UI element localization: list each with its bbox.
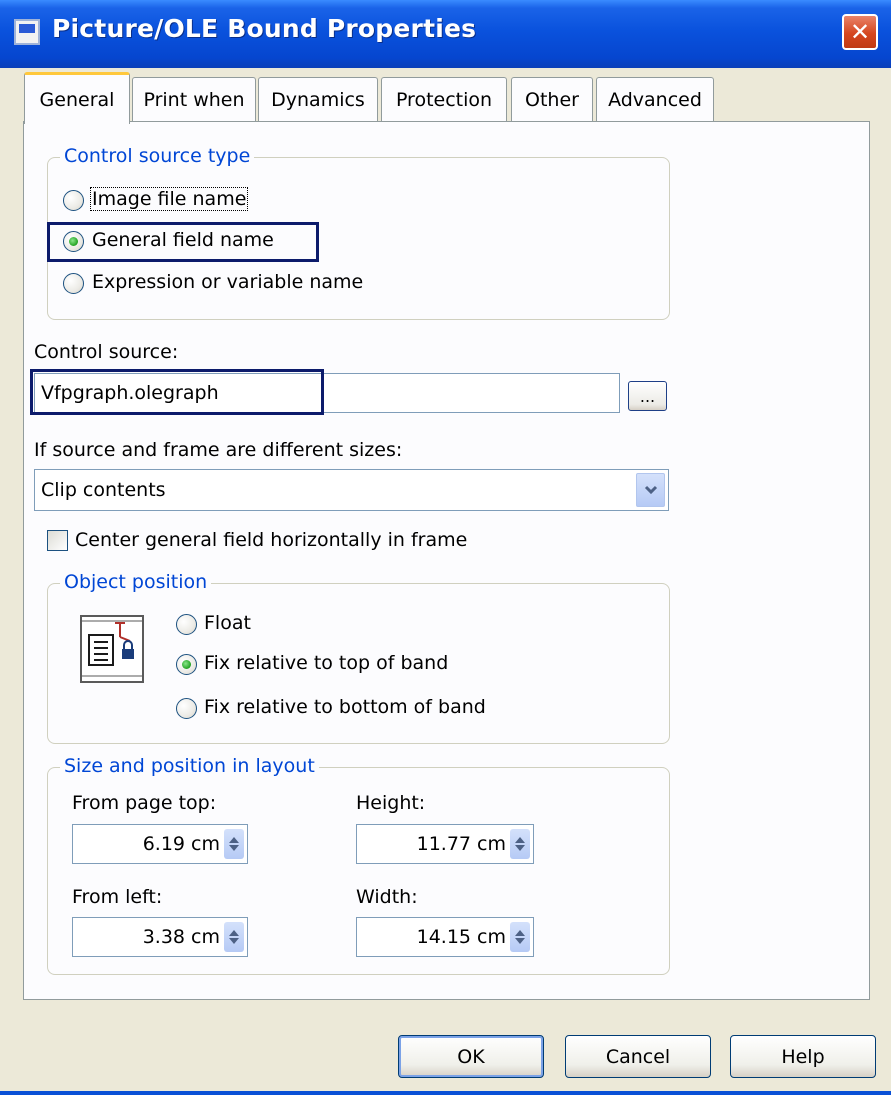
radio-image-file-name[interactable] xyxy=(63,190,84,211)
spin-up-icon[interactable] xyxy=(229,837,239,843)
spin-up-icon[interactable] xyxy=(515,837,525,843)
tab-dynamics[interactable]: Dynamics xyxy=(258,77,378,122)
center-horizontally-label[interactable]: Center general field horizontally in fra… xyxy=(75,529,467,551)
cancel-button[interactable]: Cancel xyxy=(565,1035,711,1078)
window-title: Picture/OLE Bound Properties xyxy=(52,14,477,43)
width-value: 14.15 cm xyxy=(416,926,506,948)
dropdown-arrow-button[interactable] xyxy=(636,473,665,507)
tab-protection[interactable]: Protection xyxy=(381,77,507,122)
height-spinner[interactable]: 11.77 cm xyxy=(356,824,534,864)
width-spin-buttons[interactable] xyxy=(510,922,530,952)
spin-up-icon[interactable] xyxy=(515,930,525,936)
radio-fix-bottom-of-band[interactable] xyxy=(176,698,197,719)
label-float[interactable]: Float xyxy=(204,612,251,634)
radio-fix-top-of-band[interactable] xyxy=(176,654,197,675)
height-value: 11.77 cm xyxy=(416,833,506,855)
report-band-lock-icon xyxy=(80,615,144,683)
from-page-top-spinner[interactable]: 6.19 cm xyxy=(72,824,248,864)
window-bottom-border xyxy=(0,1091,891,1095)
label-expression-or-variable-name[interactable]: Expression or variable name xyxy=(92,271,363,293)
object-position-legend: Object position xyxy=(60,571,212,593)
tab-advanced[interactable]: Advanced xyxy=(596,77,714,122)
radio-float[interactable] xyxy=(176,614,197,635)
tab-general[interactable]: General xyxy=(24,72,130,124)
height-spin-buttons[interactable] xyxy=(510,829,530,859)
center-horizontally-checkbox[interactable] xyxy=(47,530,68,551)
width-label: Width: xyxy=(356,886,418,908)
tab-print-when[interactable]: Print when xyxy=(132,77,256,122)
close-button[interactable]: ✕ xyxy=(842,14,878,50)
control-source-label: Control source: xyxy=(34,341,179,363)
label-fix-bottom-of-band[interactable]: Fix relative to bottom of band xyxy=(204,696,486,718)
label-general-field-name[interactable]: General field name xyxy=(92,229,274,251)
size-mismatch-label: If source and frame are different sizes: xyxy=(34,439,403,461)
radio-expression-or-variable-name[interactable] xyxy=(63,273,84,294)
spin-down-icon[interactable] xyxy=(229,845,239,851)
from-page-top-label: From page top: xyxy=(72,792,217,814)
spin-down-icon[interactable] xyxy=(515,845,525,851)
size-mismatch-select[interactable]: Clip contents xyxy=(34,469,669,511)
height-label: Height: xyxy=(356,792,426,814)
size-mismatch-value: Clip contents xyxy=(41,479,166,501)
spin-up-icon[interactable] xyxy=(229,930,239,936)
from-left-value: 3.38 cm xyxy=(142,926,220,948)
from-left-spinner[interactable]: 3.38 cm xyxy=(72,917,248,957)
highlight-control-source xyxy=(30,369,324,415)
from-left-label: From left: xyxy=(72,886,163,908)
spin-down-icon[interactable] xyxy=(515,938,525,944)
size-position-legend: Size and position in layout xyxy=(60,755,319,777)
label-fix-top-of-band[interactable]: Fix relative to top of band xyxy=(204,652,448,674)
window-app-icon xyxy=(14,19,40,45)
from-page-top-spin-buttons[interactable] xyxy=(224,829,244,859)
radio-general-field-name[interactable] xyxy=(63,231,84,252)
ok-button[interactable]: OK xyxy=(398,1035,544,1078)
control-source-type-legend: Control source type xyxy=(60,145,255,167)
spin-down-icon[interactable] xyxy=(229,938,239,944)
browse-button[interactable]: ... xyxy=(628,381,667,411)
width-spinner[interactable]: 14.15 cm xyxy=(356,917,534,957)
tab-other[interactable]: Other xyxy=(511,77,593,122)
from-left-spin-buttons[interactable] xyxy=(224,922,244,952)
help-button[interactable]: Help xyxy=(730,1035,876,1078)
chevron-down-icon xyxy=(644,485,657,495)
from-page-top-value: 6.19 cm xyxy=(142,833,220,855)
label-image-file-name[interactable]: Image file name xyxy=(90,187,249,211)
